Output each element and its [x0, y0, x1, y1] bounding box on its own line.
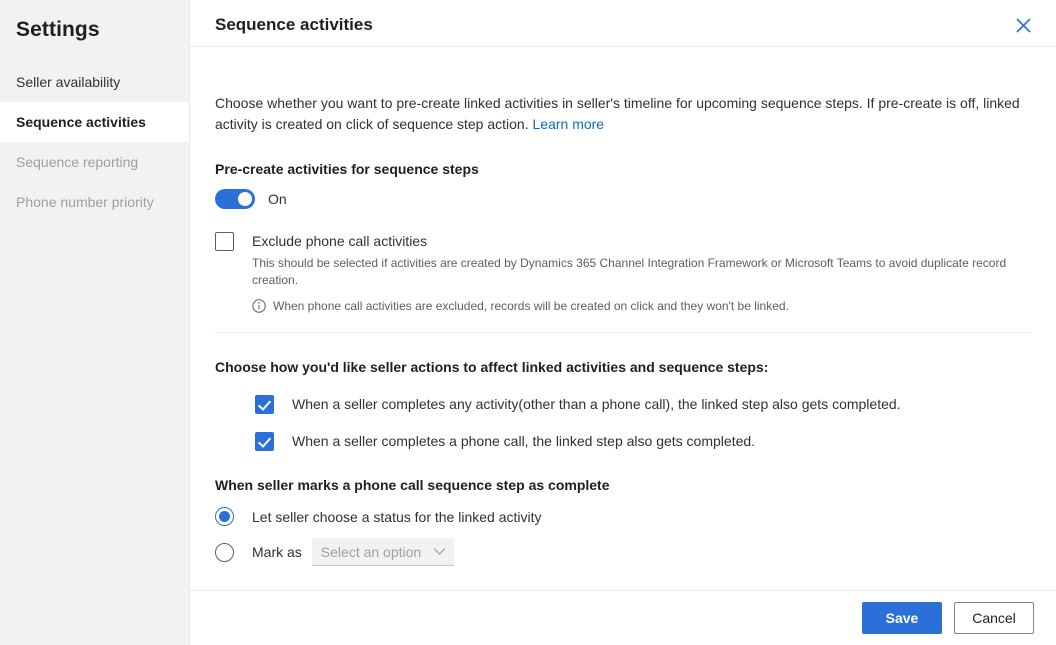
seller-action-option-phone-call: When a seller completes a phone call, th… — [255, 431, 1031, 451]
settings-sidebar: Settings Seller availability Sequence ac… — [0, 0, 190, 645]
sidebar-item-phone-number-priority[interactable]: Phone number priority — [0, 182, 189, 222]
exclude-phone-call-row: Exclude phone call activities — [215, 231, 1031, 251]
sidebar-item-seller-availability[interactable]: Seller availability — [0, 62, 189, 102]
let-seller-choose-label: Let seller choose a status for the linke… — [252, 508, 542, 525]
mark-as-radio[interactable] — [215, 542, 234, 562]
panel-description: Choose whether you want to pre-create li… — [215, 61, 1031, 135]
seller-action-option-any-activity: When a seller completes any activity(oth… — [255, 394, 1031, 414]
close-button[interactable] — [1010, 12, 1036, 38]
section-divider — [215, 332, 1031, 333]
info-icon — [252, 299, 266, 313]
seller-actions-heading: Choose how you'd like seller actions to … — [215, 359, 769, 375]
settings-dialog: Settings Seller availability Sequence ac… — [0, 0, 1056, 645]
learn-more-link[interactable]: Learn more — [533, 116, 605, 132]
phone-call-checkbox[interactable] — [255, 432, 274, 451]
cancel-button[interactable]: Cancel — [954, 602, 1034, 634]
settings-main-panel: Sequence activities Choose whether you w… — [190, 0, 1056, 645]
close-icon — [1015, 17, 1031, 33]
toggle-knob — [238, 192, 252, 206]
exclude-phone-call-info-text: When phone call activities are excluded,… — [273, 299, 789, 313]
phone-call-label: When a seller completes a phone call, th… — [292, 433, 756, 449]
page-title: Sequence activities — [215, 15, 373, 34]
exclude-phone-call-block: Exclude phone call activities This shoul… — [215, 231, 1031, 315]
sidebar-item-sequence-activities[interactable]: Sequence activities — [0, 102, 189, 142]
precreate-toggle-row: On — [215, 189, 1031, 209]
sidebar-item-sequence-reporting[interactable]: Sequence reporting — [0, 142, 189, 182]
precreate-toggle[interactable] — [215, 189, 255, 209]
save-button[interactable]: Save — [862, 602, 942, 634]
exclude-phone-call-description: This should be selected if activities ar… — [252, 256, 1007, 287]
radio-row-let-seller-choose: Let seller choose a status for the linke… — [215, 507, 1031, 526]
phone-complete-heading: When seller marks a phone call sequence … — [215, 477, 610, 493]
sidebar-title: Settings — [16, 18, 100, 41]
exclude-phone-call-info: When phone call activities are excluded,… — [252, 297, 1031, 315]
panel-body: Choose whether you want to pre-create li… — [190, 47, 1056, 590]
mark-as-dropdown-value: Select an option — [320, 543, 422, 560]
exclude-phone-call-label: Exclude phone call activities — [252, 233, 428, 249]
precreate-label: Pre-create activities for sequence steps — [215, 161, 479, 177]
mark-as-label: Mark as — [252, 544, 302, 560]
let-seller-choose-radio[interactable] — [215, 507, 234, 526]
exclude-phone-call-checkbox[interactable] — [215, 232, 234, 251]
precreate-toggle-state-label: On — [268, 191, 287, 207]
chevron-down-icon — [433, 543, 446, 561]
radio-row-mark-as: Mark as Select an option — [215, 538, 1031, 566]
any-activity-label: When a seller completes any activity(oth… — [292, 396, 901, 412]
sidebar-nav: Seller availability Sequence activities … — [0, 62, 189, 222]
panel-header: Sequence activities — [190, 0, 1056, 47]
panel-footer: Save Cancel — [190, 590, 1056, 645]
panel-description-text: Choose whether you want to pre-create li… — [215, 95, 1020, 132]
mark-as-dropdown[interactable]: Select an option — [311, 538, 455, 566]
any-activity-checkbox[interactable] — [255, 395, 274, 414]
